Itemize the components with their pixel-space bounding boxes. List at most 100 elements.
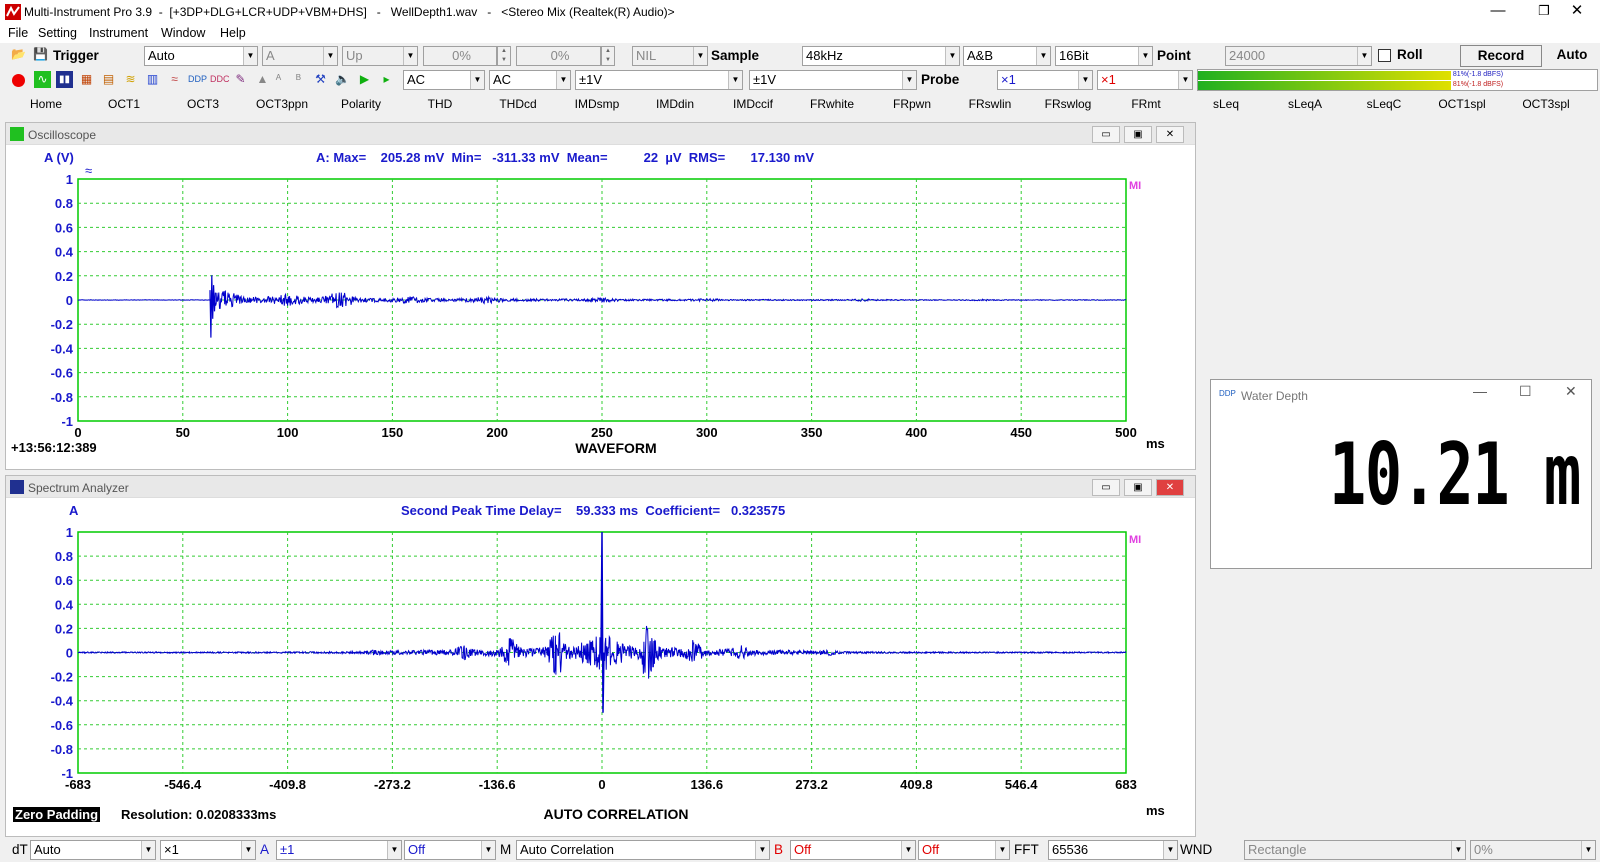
b-range-select[interactable]: Off ▼ (918, 840, 1010, 860)
quick-tab-frmt[interactable]: FRmt (1106, 97, 1186, 111)
menu-instrument[interactable]: Instrument (89, 26, 148, 40)
math-function-select[interactable]: Auto Correlation ▼ (516, 840, 770, 860)
play-icon[interactable]: ▶ (356, 71, 373, 88)
coupling-b-select[interactable]: AC ▼ (489, 70, 571, 90)
level-b-icon[interactable]: ᴮ (290, 71, 307, 88)
y-tick-label: 0.2 (55, 621, 73, 636)
b-function-select[interactable]: Off ▼ (790, 840, 916, 860)
signal-generator-icon[interactable]: ≋ (122, 71, 139, 88)
x-tick-label: -409.8 (269, 777, 306, 792)
multiplier-select[interactable]: ×1 ▼ (160, 840, 256, 860)
spectrogram-icon[interactable]: ▦ (78, 71, 95, 88)
menu-help[interactable]: Help (220, 26, 246, 40)
range-a-select[interactable]: ±1V ▼ (575, 70, 743, 90)
dt-select[interactable]: Auto ▼ (30, 840, 156, 860)
x-tick-label: 0 (74, 425, 81, 440)
quick-tab-frswlin[interactable]: FRswlin (950, 97, 1030, 111)
sweep-icon[interactable]: ≈ (166, 71, 183, 88)
ddc-icon[interactable]: DDC (210, 71, 230, 88)
quick-tab-oct3ppn[interactable]: OCT3ppn (242, 97, 322, 111)
speaker-icon[interactable]: 🔈 (334, 71, 351, 88)
wd-minimize-button[interactable]: — (1473, 383, 1487, 399)
minimize-button[interactable]: — (1475, 0, 1521, 24)
trigger-source-select[interactable]: A ▼ (262, 46, 338, 66)
trigger-level-input[interactable]: 0% (423, 46, 497, 66)
a-function-select[interactable]: Off ▼ (404, 840, 496, 860)
range-b-select[interactable]: ±1V ▼ (749, 70, 917, 90)
y-tick-label: -1 (61, 414, 73, 429)
window-function-select[interactable]: Rectangle ▼ (1244, 840, 1466, 860)
multimeter-icon[interactable]: ▥ (144, 71, 161, 88)
sample-rate-select[interactable]: 48kHz ▼ (802, 46, 960, 66)
a-range-select[interactable]: ±1 ▼ (276, 840, 402, 860)
meter-b-text: 81%(-1.8 dBFS) (1452, 81, 1504, 88)
x-tick-label: -273.2 (374, 777, 411, 792)
quick-tab-imdccif[interactable]: IMDccif (713, 97, 793, 111)
dds-icon[interactable]: ▤ (100, 71, 117, 88)
quick-tab-sleq[interactable]: sLeq (1186, 97, 1266, 111)
y-tick-label: 0.4 (55, 245, 74, 260)
record-button[interactable]: Record (1460, 45, 1542, 67)
channel-select[interactable]: A&B ▼ (963, 46, 1051, 66)
play-once-icon[interactable]: ▸ (378, 71, 395, 88)
menu-file[interactable]: File (8, 26, 28, 40)
overlap-select[interactable]: 0% ▼ (1470, 840, 1596, 860)
quick-tab-sleqa[interactable]: sLeqA (1265, 97, 1345, 111)
autocorrelation-plot[interactable]: 10.80.60.40.20-0.2-0.4-0.6-0.8-1-683 -546… (6, 476, 1196, 836)
y-tick-label: -0.8 (51, 742, 73, 757)
roll-checkbox[interactable] (1378, 49, 1391, 62)
trigger-nil-select[interactable]: NIL ▼ (632, 46, 708, 66)
tools-icon[interactable]: ✎ (232, 71, 249, 88)
close-button[interactable]: ✕ (1554, 0, 1600, 24)
y-tick-label: 1 (66, 172, 73, 187)
auto-button[interactable]: Auto (1546, 45, 1598, 67)
quick-tab-oct1[interactable]: OCT1 (84, 97, 164, 111)
oscilloscope-plot[interactable]: 10.80.60.40.20-0.2-0.4-0.6-0.8-10 50 100 15… (6, 123, 1196, 469)
wnd-label: WND (1180, 842, 1213, 857)
quick-tab-frswlog[interactable]: FRswlog (1028, 97, 1108, 111)
menu-window[interactable]: Window (161, 26, 205, 40)
fft-size-select[interactable]: 65536 ▼ (1048, 840, 1178, 860)
level-a-icon[interactable]: ᴬ (270, 71, 287, 88)
quick-tab-sleqc[interactable]: sLeqC (1344, 97, 1424, 111)
ddp-icon[interactable]: DDP (188, 71, 207, 88)
water-depth-title: Water Depth (1241, 389, 1308, 403)
oscilloscope-icon[interactable]: ∿ (34, 71, 51, 88)
quick-tab-oct1spl[interactable]: OCT1spl (1422, 97, 1502, 111)
bit-depth-select[interactable]: 16Bit ▼ (1055, 46, 1153, 66)
wd-maximize-button[interactable]: ☐ (1519, 383, 1532, 400)
quick-tab-oct3spl[interactable]: OCT3spl (1506, 97, 1586, 111)
save-icon[interactable]: 💾 (32, 46, 49, 63)
wrench-icon[interactable]: ⚒ (312, 71, 329, 88)
probe-a-select[interactable]: ×1 ▼ (997, 70, 1093, 90)
quick-tab-imdsmp[interactable]: IMDsmp (557, 97, 637, 111)
y-tick-label: 0 (66, 646, 73, 661)
water-depth-display: 10.21 m (1211, 414, 1593, 544)
quick-tab-oct3[interactable]: OCT3 (163, 97, 243, 111)
coupling-a-select[interactable]: AC ▼ (403, 70, 485, 90)
spectrum-icon[interactable]: ▮▮ (56, 71, 73, 88)
pretrigger-spinner[interactable]: ▲ ▼ (601, 46, 615, 66)
quick-tab-imddin[interactable]: IMDdin (635, 97, 715, 111)
y-tick-label: 0.6 (55, 573, 73, 588)
wd-close-button[interactable]: ✕ (1565, 383, 1577, 400)
input-level-meter: 81%(-1.8 dBFS) 81%(-1.8 dBFS) (1197, 69, 1598, 91)
points-select[interactable]: 24000 ▼ (1225, 46, 1372, 66)
quick-tab-home[interactable]: Home (6, 97, 86, 111)
quick-tab-thdcd[interactable]: THDcd (478, 97, 558, 111)
quick-tab-frpwn[interactable]: FRpwn (872, 97, 952, 111)
quick-tab-thd[interactable]: THD (400, 97, 480, 111)
trigger-mode-select[interactable]: Auto ▼ (144, 46, 258, 66)
quick-tab-polarity[interactable]: Polarity (321, 97, 401, 111)
trigger-level-spinner[interactable]: ▲ ▼ (497, 46, 511, 66)
x-tick-label: 300 (696, 425, 718, 440)
trigger-edge-select[interactable]: Up ▼ (342, 46, 418, 66)
probe-b-select[interactable]: ×1 ▼ (1097, 70, 1193, 90)
lock-icon[interactable]: ▲ (254, 71, 271, 88)
y-tick-label: -0.2 (51, 670, 73, 685)
trigger-pretrigger-input[interactable]: 0% (516, 46, 601, 66)
menu-setting[interactable]: Setting (38, 26, 77, 40)
open-folder-icon[interactable]: 📂 (10, 46, 27, 63)
quick-tab-frwhite[interactable]: FRwhite (792, 97, 872, 111)
record-dot-icon[interactable] (12, 74, 25, 87)
